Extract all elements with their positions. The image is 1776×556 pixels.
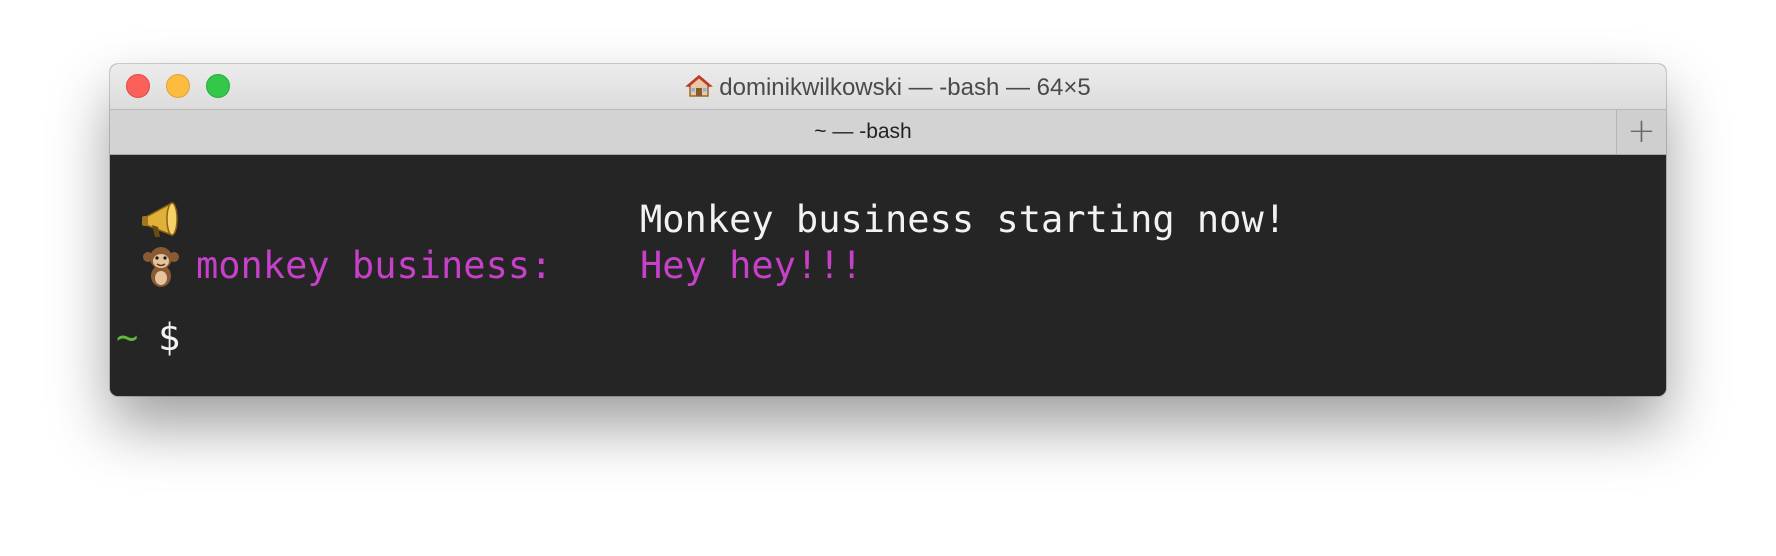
monkey-label: monkey business: xyxy=(196,244,553,287)
new-tab-button[interactable]: + xyxy=(1616,110,1666,154)
window-title: dominikwilkowski — -bash — 64×5 xyxy=(110,74,1666,101)
title-bar[interactable]: dominikwilkowski — -bash — 64×5 xyxy=(110,64,1666,110)
tab-bash[interactable]: ~ — -bash xyxy=(110,110,1616,154)
tab-bar: ~ — -bash + xyxy=(110,110,1666,155)
window-title-text: dominikwilkowski — -bash — 64×5 xyxy=(719,74,1091,101)
home-icon xyxy=(685,75,714,97)
megaphone-icon xyxy=(142,201,178,237)
announcement-text: Monkey business starting now! xyxy=(640,198,1287,241)
prompt-path: ~ xyxy=(116,316,139,359)
terminal-output[interactable]: Monkey business starting now! monkey bus… xyxy=(110,155,1666,396)
terminal-window: dominikwilkowski — -bash — 64×5 ~ — -bas… xyxy=(110,64,1666,396)
monkey-icon xyxy=(143,247,179,287)
monkey-message: Hey hey!!! xyxy=(640,244,863,287)
prompt-symbol: $ xyxy=(158,316,181,359)
